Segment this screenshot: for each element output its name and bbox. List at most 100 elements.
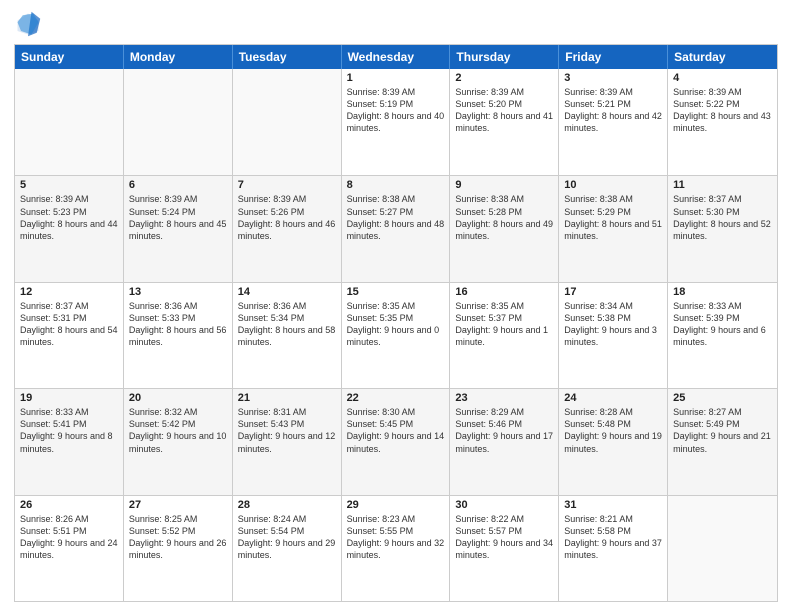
calendar-cell: 5 Sunrise: 8:39 AM Sunset: 5:23 PM Daylig…	[15, 176, 124, 281]
cell-details: Sunrise: 8:35 AM Sunset: 5:35 PM Dayligh…	[347, 300, 445, 349]
calendar-row-5: 26Sunrise: 8:26 AM Sunset: 5:51 PM Dayli…	[15, 495, 777, 601]
header-day-monday: Monday	[124, 45, 233, 69]
header-day-sunday: Sunday	[15, 45, 124, 69]
calendar-cell: 18 Sunrise: 8:33 AM Sunset: 5:39 PM Dayli…	[668, 283, 777, 388]
day-number: 20	[129, 392, 227, 404]
cell-details: Sunrise: 8:21 AM Sunset: 5:58 PM Dayligh…	[564, 513, 662, 562]
day-number: 5	[20, 179, 118, 191]
calendar-cell: 1 Sunrise: 8:39 AM Sunset: 5:19 PM Daylig…	[342, 69, 451, 175]
calendar-cell: 7Sunrise: 8:39 AM Sunset: 5:26 PM Daylig…	[233, 176, 342, 281]
calendar-cell: 19 Sunrise: 8:33 AM Sunset: 5:41 PM Dayli…	[15, 389, 124, 494]
calendar-cell: 15 Sunrise: 8:35 AM Sunset: 5:35 PM Dayli…	[342, 283, 451, 388]
calendar: SundayMondayTuesdayWednesdayThursdayFrid…	[14, 44, 778, 602]
calendar-cell: 16 Sunrise: 8:35 AM Sunset: 5:37 PM Dayli…	[450, 283, 559, 388]
day-number: 2	[455, 72, 553, 84]
calendar-cell	[124, 69, 233, 175]
calendar-cell: 11 Sunrise: 8:37 AM Sunset: 5:30 PM Dayli…	[668, 176, 777, 281]
cell-details: Sunrise: 8:39 AM Sunset: 5:19 PM Dayligh…	[347, 86, 445, 135]
calendar-cell: 13Sunrise: 8:36 AM Sunset: 5:33 PM Dayli…	[124, 283, 233, 388]
calendar-cell: 31 Sunrise: 8:21 AM Sunset: 5:58 PM Dayli…	[559, 496, 668, 601]
cell-details: Sunrise: 8:25 AM Sunset: 5:52 PM Dayligh…	[129, 513, 227, 562]
calendar-cell: 10Sunrise: 8:38 AM Sunset: 5:29 PM Dayli…	[559, 176, 668, 281]
cell-details: Sunrise: 8:30 AM Sunset: 5:45 PM Dayligh…	[347, 406, 445, 455]
day-number: 18	[673, 286, 772, 298]
day-number: 8	[347, 179, 445, 191]
day-number: 31	[564, 499, 662, 511]
day-number: 15	[347, 286, 445, 298]
calendar-cell: 20 Sunrise: 8:32 AM Sunset: 5:42 PM Dayli…	[124, 389, 233, 494]
cell-details: Sunrise: 8:31 AM Sunset: 5:43 PM Dayligh…	[238, 406, 336, 455]
calendar-cell: 21 Sunrise: 8:31 AM Sunset: 5:43 PM Dayli…	[233, 389, 342, 494]
calendar-cell: 14 Sunrise: 8:36 AM Sunset: 5:34 PM Dayli…	[233, 283, 342, 388]
calendar-body: 1 Sunrise: 8:39 AM Sunset: 5:19 PM Daylig…	[15, 69, 777, 601]
cell-details: Sunrise: 8:27 AM Sunset: 5:49 PM Dayligh…	[673, 406, 772, 455]
cell-details: Sunrise: 8:38 AM Sunset: 5:27 PM Dayligh…	[347, 193, 445, 242]
cell-details: Sunrise: 8:39 AM Sunset: 5:23 PM Dayligh…	[20, 193, 118, 242]
calendar-cell: 9 Sunrise: 8:38 AM Sunset: 5:28 PM Daylig…	[450, 176, 559, 281]
day-number: 19	[20, 392, 118, 404]
cell-details: Sunrise: 8:34 AM Sunset: 5:38 PM Dayligh…	[564, 300, 662, 349]
cell-details: Sunrise: 8:36 AM Sunset: 5:34 PM Dayligh…	[238, 300, 336, 349]
calendar-cell: 24Sunrise: 8:28 AM Sunset: 5:48 PM Dayli…	[559, 389, 668, 494]
day-number: 16	[455, 286, 553, 298]
logo	[14, 10, 46, 38]
calendar-cell: 12 Sunrise: 8:37 AM Sunset: 5:31 PM Dayli…	[15, 283, 124, 388]
cell-details: Sunrise: 8:22 AM Sunset: 5:57 PM Dayligh…	[455, 513, 553, 562]
cell-details: Sunrise: 8:32 AM Sunset: 5:42 PM Dayligh…	[129, 406, 227, 455]
page: SundayMondayTuesdayWednesdayThursdayFrid…	[0, 0, 792, 612]
calendar-cell: 4 Sunrise: 8:39 AM Sunset: 5:22 PM Daylig…	[668, 69, 777, 175]
calendar-row-1: 1 Sunrise: 8:39 AM Sunset: 5:19 PM Daylig…	[15, 69, 777, 175]
day-number: 1	[347, 72, 445, 84]
day-number: 23	[455, 392, 553, 404]
cell-details: Sunrise: 8:33 AM Sunset: 5:39 PM Dayligh…	[673, 300, 772, 349]
day-number: 13	[129, 286, 227, 298]
cell-details: Sunrise: 8:37 AM Sunset: 5:31 PM Dayligh…	[20, 300, 118, 349]
cell-details: Sunrise: 8:35 AM Sunset: 5:37 PM Dayligh…	[455, 300, 553, 349]
calendar-cell	[233, 69, 342, 175]
calendar-row-2: 5 Sunrise: 8:39 AM Sunset: 5:23 PM Daylig…	[15, 175, 777, 281]
calendar-cell	[668, 496, 777, 601]
cell-details: Sunrise: 8:39 AM Sunset: 5:24 PM Dayligh…	[129, 193, 227, 242]
day-number: 9	[455, 179, 553, 191]
calendar-cell: 28Sunrise: 8:24 AM Sunset: 5:54 PM Dayli…	[233, 496, 342, 601]
header-day-wednesday: Wednesday	[342, 45, 451, 69]
cell-details: Sunrise: 8:39 AM Sunset: 5:26 PM Dayligh…	[238, 193, 336, 242]
header	[14, 10, 778, 38]
day-number: 12	[20, 286, 118, 298]
calendar-cell: 8 Sunrise: 8:38 AM Sunset: 5:27 PM Daylig…	[342, 176, 451, 281]
calendar-header: SundayMondayTuesdayWednesdayThursdayFrid…	[15, 45, 777, 69]
cell-details: Sunrise: 8:23 AM Sunset: 5:55 PM Dayligh…	[347, 513, 445, 562]
calendar-row-3: 12 Sunrise: 8:37 AM Sunset: 5:31 PM Dayli…	[15, 282, 777, 388]
cell-details: Sunrise: 8:33 AM Sunset: 5:41 PM Dayligh…	[20, 406, 118, 455]
day-number: 6	[129, 179, 227, 191]
calendar-cell: 6 Sunrise: 8:39 AM Sunset: 5:24 PM Daylig…	[124, 176, 233, 281]
day-number: 22	[347, 392, 445, 404]
day-number: 28	[238, 499, 336, 511]
cell-details: Sunrise: 8:39 AM Sunset: 5:22 PM Dayligh…	[673, 86, 772, 135]
cell-details: Sunrise: 8:39 AM Sunset: 5:21 PM Dayligh…	[564, 86, 662, 135]
day-number: 21	[238, 392, 336, 404]
header-day-saturday: Saturday	[668, 45, 777, 69]
day-number: 24	[564, 392, 662, 404]
calendar-cell: 26Sunrise: 8:26 AM Sunset: 5:51 PM Dayli…	[15, 496, 124, 601]
calendar-row-4: 19 Sunrise: 8:33 AM Sunset: 5:41 PM Dayli…	[15, 388, 777, 494]
day-number: 11	[673, 179, 772, 191]
day-number: 4	[673, 72, 772, 84]
cell-details: Sunrise: 8:39 AM Sunset: 5:20 PM Dayligh…	[455, 86, 553, 135]
calendar-cell: 23Sunrise: 8:29 AM Sunset: 5:46 PM Dayli…	[450, 389, 559, 494]
calendar-cell: 25 Sunrise: 8:27 AM Sunset: 5:49 PM Dayli…	[668, 389, 777, 494]
cell-details: Sunrise: 8:38 AM Sunset: 5:28 PM Dayligh…	[455, 193, 553, 242]
day-number: 14	[238, 286, 336, 298]
calendar-cell: 17 Sunrise: 8:34 AM Sunset: 5:38 PM Dayli…	[559, 283, 668, 388]
cell-details: Sunrise: 8:26 AM Sunset: 5:51 PM Dayligh…	[20, 513, 118, 562]
day-number: 27	[129, 499, 227, 511]
calendar-cell: 22 Sunrise: 8:30 AM Sunset: 5:45 PM Dayli…	[342, 389, 451, 494]
cell-details: Sunrise: 8:38 AM Sunset: 5:29 PM Dayligh…	[564, 193, 662, 242]
calendar-cell: 30Sunrise: 8:22 AM Sunset: 5:57 PM Dayli…	[450, 496, 559, 601]
header-day-thursday: Thursday	[450, 45, 559, 69]
day-number: 25	[673, 392, 772, 404]
logo-icon	[14, 10, 42, 38]
day-number: 17	[564, 286, 662, 298]
calendar-cell: 27 Sunrise: 8:25 AM Sunset: 5:52 PM Dayli…	[124, 496, 233, 601]
cell-details: Sunrise: 8:37 AM Sunset: 5:30 PM Dayligh…	[673, 193, 772, 242]
